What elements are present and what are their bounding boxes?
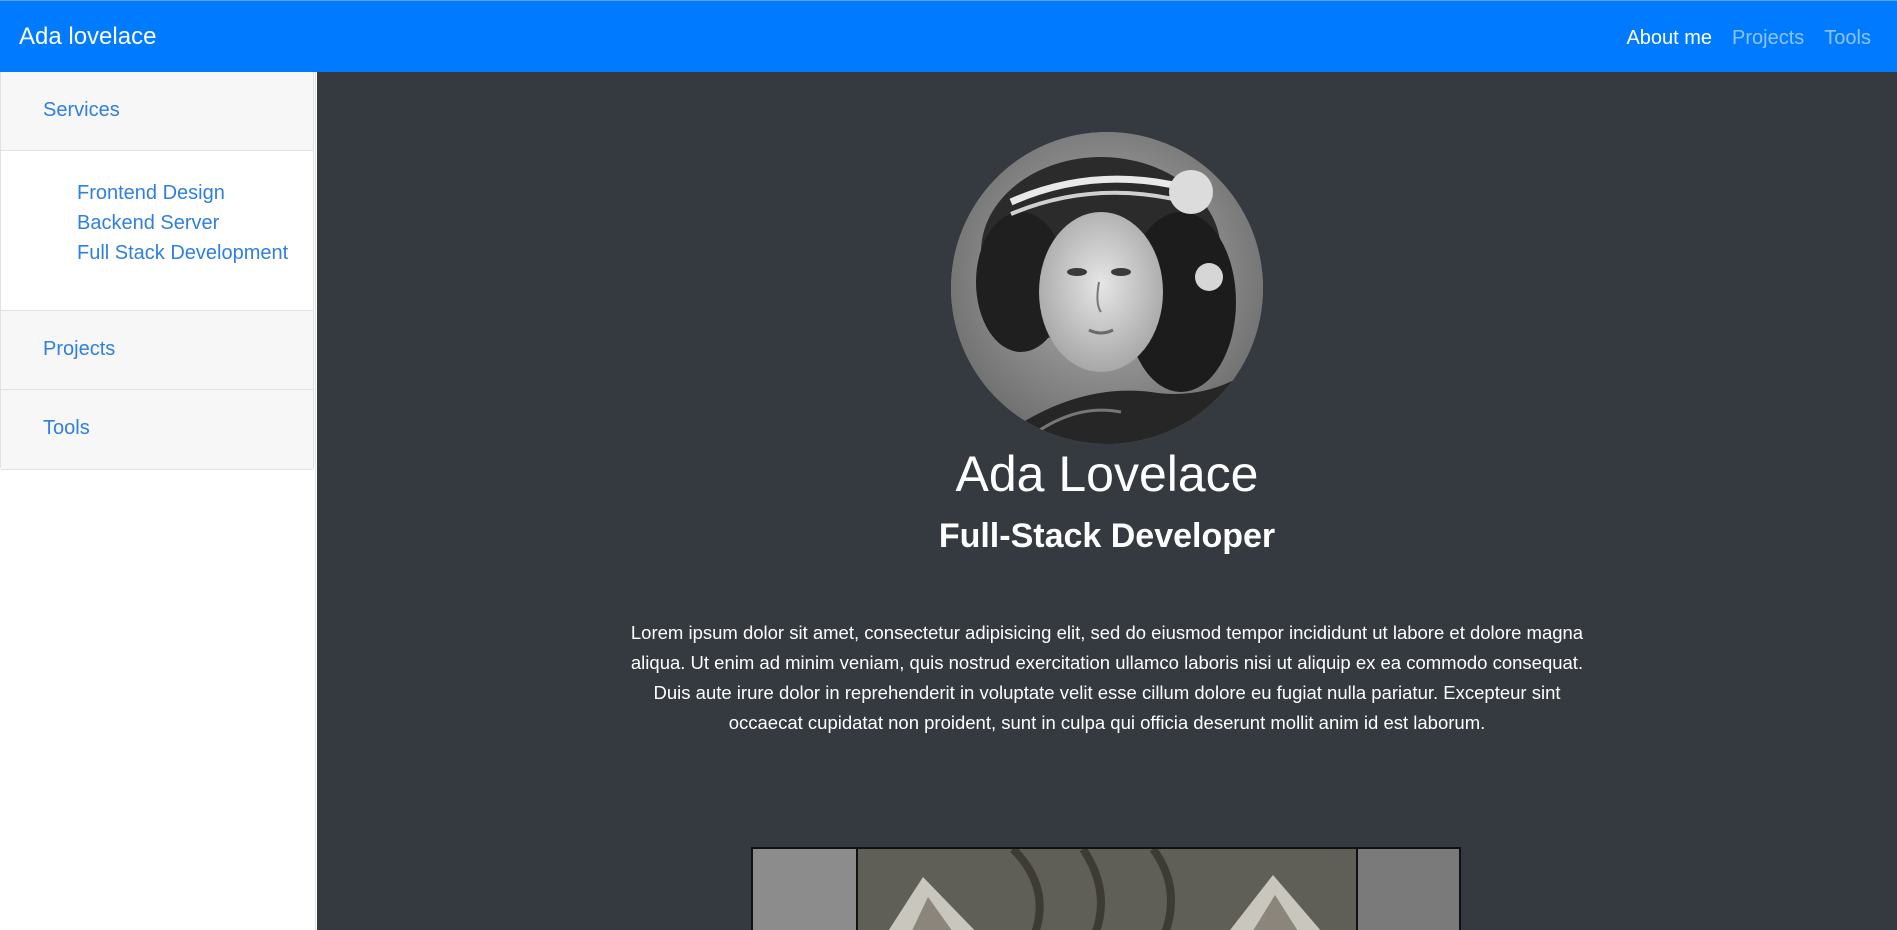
top-navbar: Ada lovelace About me Projects Tools [0,0,1897,72]
avatar [951,132,1263,444]
brand-link[interactable]: Ada lovelace [19,22,156,52]
sidebar-item-projects[interactable]: Projects [43,338,115,361]
main-content: Ada Lovelace Full-Stack Developer Lorem … [317,72,1897,930]
accordion-header-services[interactable]: Services [1,72,313,151]
profile-name: Ada Lovelace [955,446,1259,502]
profile-title: Full-Stack Developer [938,517,1276,555]
sidebar-accordion: Services Frontend Design Backend Server … [0,72,314,470]
nav-link-tools[interactable]: Tools [1824,25,1871,51]
sidebar: Services Frontend Design Backend Server … [0,72,316,930]
accordion-header-projects[interactable]: Projects [1,311,313,390]
sidebar-subitem-backend-server[interactable]: Backend Server [77,208,313,238]
accordion-header-tools[interactable]: Tools [1,390,313,469]
sidebar-subitem-frontend-design[interactable]: Frontend Design [77,178,313,208]
portrait-image [951,132,1263,444]
nav-link-about-me[interactable]: About me [1626,25,1712,51]
sidebar-item-tools[interactable]: Tools [43,417,90,440]
image-carousel[interactable] [751,847,1461,930]
sidebar-subitem-full-stack-development[interactable]: Full Stack Development [77,238,313,268]
accordion-body-services: Frontend Design Backend Server Full Stac… [1,151,313,311]
nav-links: About me Projects Tools [1606,25,1871,51]
nav-link-projects[interactable]: Projects [1732,25,1804,51]
cat-photo [753,849,1459,930]
sidebar-item-services[interactable]: Services [43,99,120,122]
profile-bio: Lorem ipsum dolor sit amet, consectetur … [630,622,1584,733]
